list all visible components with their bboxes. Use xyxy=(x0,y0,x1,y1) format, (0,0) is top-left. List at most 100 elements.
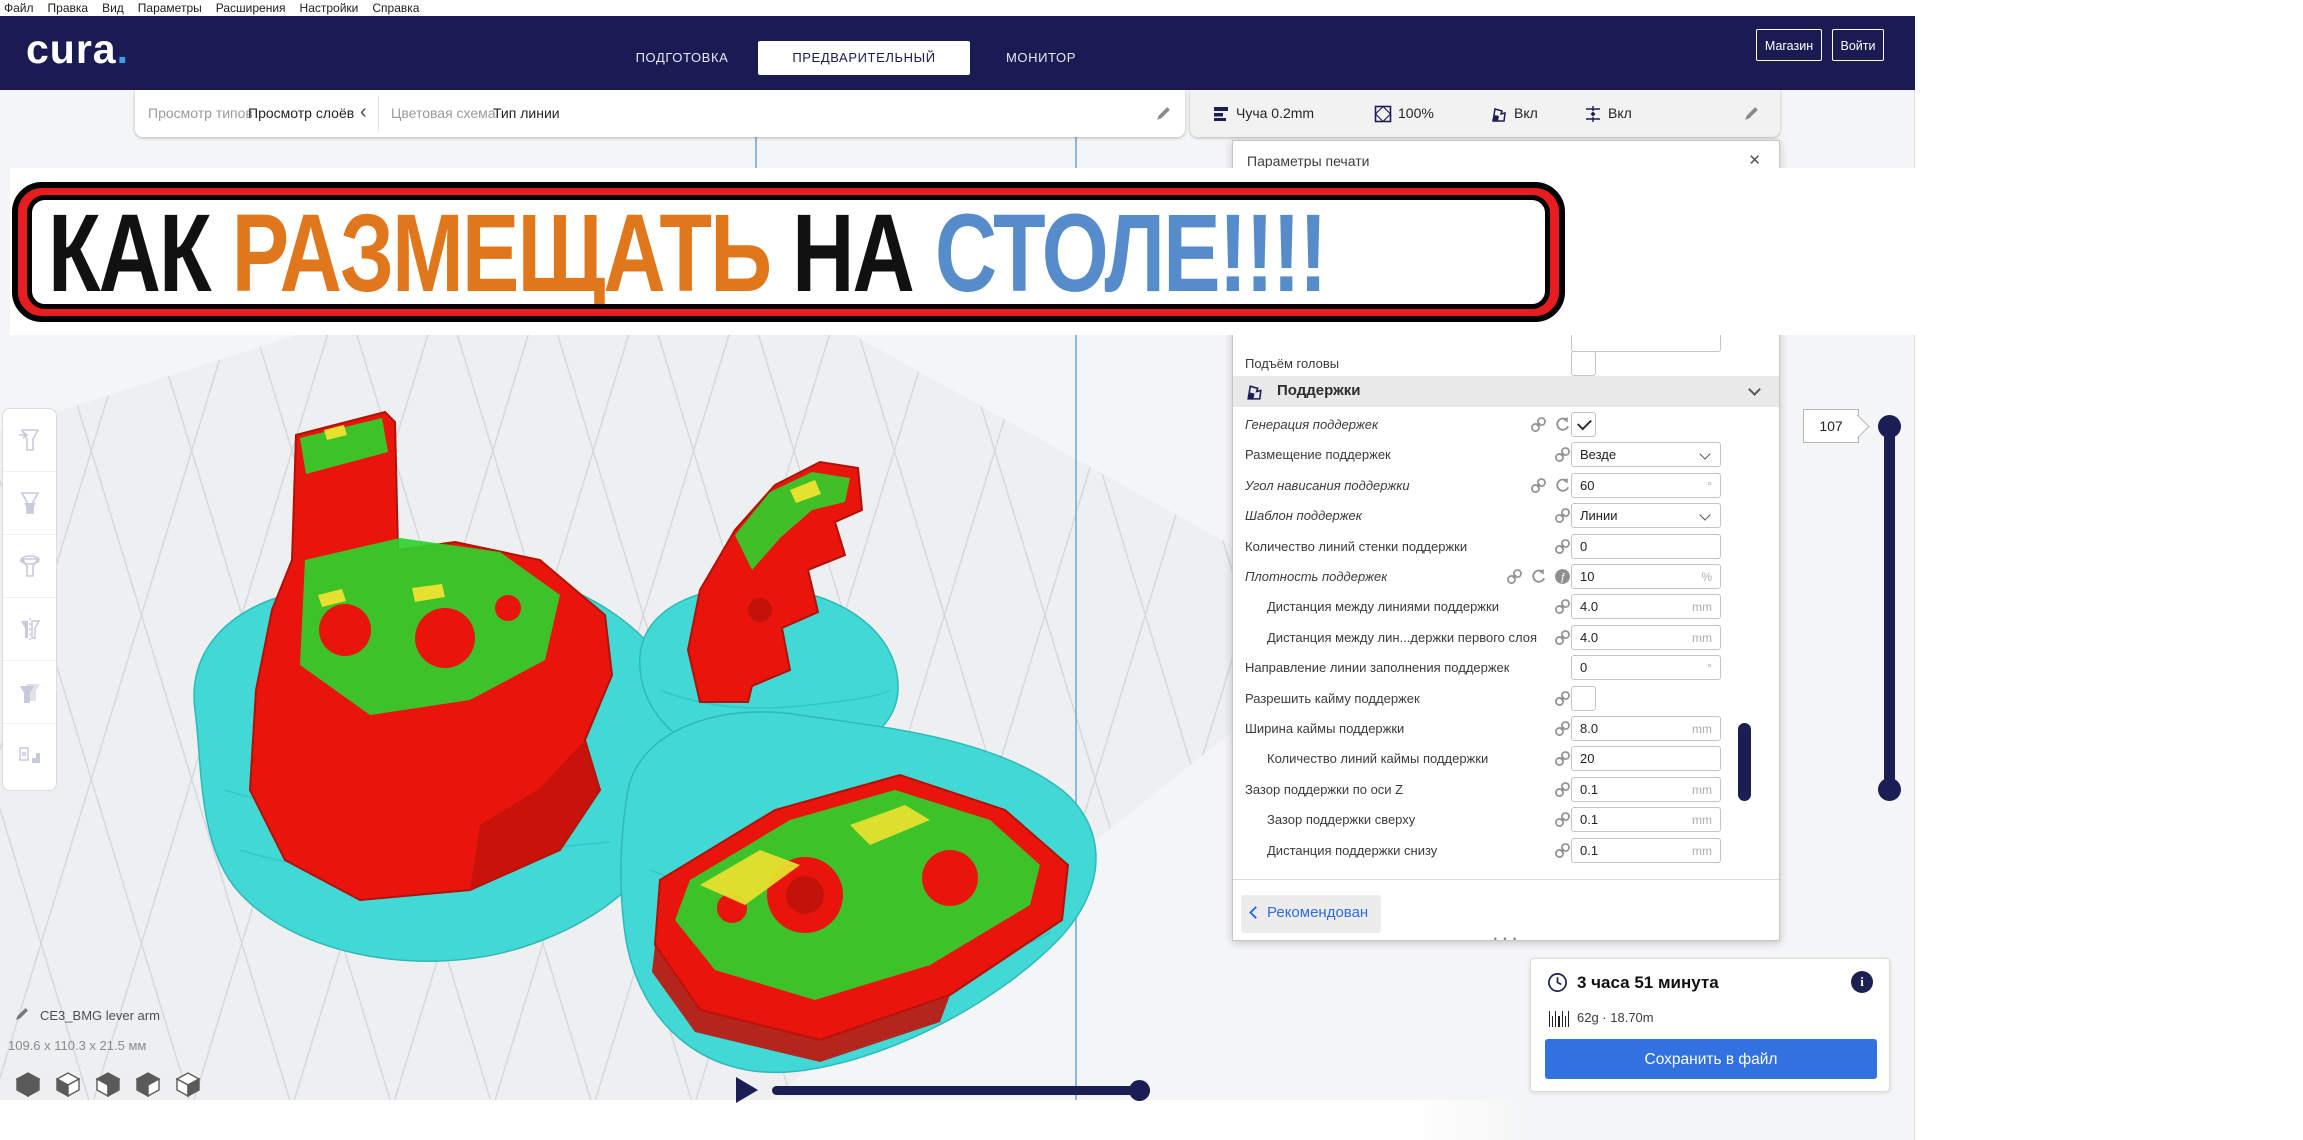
menu-item[interactable]: Расширения xyxy=(216,0,286,16)
setting-input[interactable]: 4.0mm xyxy=(1571,625,1721,650)
setting-input[interactable]: 0° xyxy=(1571,655,1721,680)
menu-item[interactable]: Настройки xyxy=(300,0,359,16)
link-icon[interactable] xyxy=(1554,811,1571,828)
recommended-mode-button[interactable]: Рекомендован xyxy=(1241,895,1381,933)
link-icon[interactable] xyxy=(1554,842,1571,859)
layer-slider-bottom-handle[interactable] xyxy=(1878,778,1901,801)
link-icon[interactable] xyxy=(1554,507,1571,524)
view-top-button[interactable] xyxy=(94,1070,122,1098)
support-value: Вкл xyxy=(1514,90,1538,137)
edit-pencil-icon[interactable] xyxy=(1155,105,1172,122)
view-3d-button[interactable] xyxy=(14,1070,42,1098)
marketplace-button[interactable]: Магазин xyxy=(1756,29,1822,61)
recommended-label: Рекомендован xyxy=(1267,904,1368,921)
layer-slider-top-handle[interactable] xyxy=(1878,415,1901,438)
section-support[interactable]: Поддержки xyxy=(1233,376,1779,407)
setting-checkbox[interactable] xyxy=(1571,351,1596,376)
menu-item[interactable]: Правка xyxy=(48,0,89,16)
setting-checkbox[interactable] xyxy=(1571,686,1596,711)
link-icon[interactable] xyxy=(1554,598,1571,615)
setting-input[interactable]: 0.1mm xyxy=(1571,777,1721,802)
link-icon[interactable] xyxy=(1506,568,1523,585)
menu-item[interactable]: Параметры xyxy=(138,0,202,16)
rename-pencil-icon[interactable] xyxy=(14,1006,30,1022)
simulation-slider-track[interactable] xyxy=(772,1086,1150,1095)
tab-monitor[interactable]: МОНИТОР xyxy=(986,41,1096,75)
adhesion-icon xyxy=(1584,105,1602,123)
setting-checkbox[interactable] xyxy=(1571,412,1596,437)
setting-select[interactable]: Везде xyxy=(1571,442,1721,467)
setting-icons xyxy=(1554,446,1571,463)
link-icon[interactable] xyxy=(1554,750,1571,767)
menu-item[interactable]: Справка xyxy=(372,0,419,16)
play-button[interactable] xyxy=(736,1077,758,1103)
setting-input[interactable]: 10% xyxy=(1571,564,1721,589)
info-icon[interactable]: i xyxy=(1851,971,1873,993)
view-left-button[interactable] xyxy=(134,1070,162,1098)
edit-settings-pencil-icon[interactable] xyxy=(1743,105,1760,122)
profile-value: Чуча 0.2mm xyxy=(1236,90,1314,137)
panel-resize-handle[interactable]: • • • xyxy=(1233,934,1779,944)
menu-item[interactable]: Файл xyxy=(4,0,34,16)
sign-in-button[interactable]: Войти xyxy=(1832,29,1884,61)
view-type-value[interactable]: Просмотр слоёв xyxy=(248,90,354,137)
link-icon[interactable] xyxy=(1554,446,1571,463)
undo-icon[interactable] xyxy=(1554,416,1571,433)
support-blocker-tool[interactable] xyxy=(3,724,56,787)
rotate-tool[interactable] xyxy=(3,535,56,598)
setting-row: Дистанция между линиями поддержки4.0mm xyxy=(1245,594,1757,620)
setting-input[interactable]: 4.0mm xyxy=(1571,594,1721,619)
setting-value: 0 xyxy=(1580,539,1587,554)
link-icon[interactable] xyxy=(1530,416,1547,433)
print-setup-bar[interactable]: Чуча 0.2mm 100% Вкл Вкл xyxy=(1190,90,1780,137)
video-title-banner: КАК РАЗМЕЩАТЬ НА СТОЛЕ!!!! xyxy=(10,168,1929,335)
panel-scrollbar[interactable] xyxy=(1738,723,1751,801)
menu-item[interactable]: Вид xyxy=(102,0,124,16)
collapse-chevron-icon[interactable]: ‹ xyxy=(360,90,367,137)
mirror-tool-icon xyxy=(16,615,44,643)
scale-tool[interactable] xyxy=(3,472,56,535)
undo-icon[interactable] xyxy=(1530,568,1547,585)
save-to-file-button[interactable]: Сохранить в файл xyxy=(1545,1039,1877,1079)
mirror-tool[interactable] xyxy=(3,598,56,661)
color-scheme-label: Цветовая схема xyxy=(391,90,496,137)
close-icon[interactable]: ✕ xyxy=(1748,151,1761,169)
undo-icon[interactable] xyxy=(1554,477,1571,494)
setting-icons: ƒ xyxy=(1506,568,1571,585)
move-tool[interactable] xyxy=(3,409,56,472)
setting-value: 0.1 xyxy=(1580,782,1598,797)
setting-value: 0.1 xyxy=(1580,812,1598,827)
view-front-button[interactable] xyxy=(54,1070,82,1098)
setting-select[interactable]: Линии xyxy=(1571,503,1721,528)
tab-prepare[interactable]: ПОДГОТОВКА xyxy=(614,41,750,75)
adhesion-value: Вкл xyxy=(1608,90,1632,137)
setting-input[interactable]: 60° xyxy=(1571,473,1721,498)
link-icon[interactable] xyxy=(1530,477,1547,494)
simulation-slider-handle[interactable] xyxy=(1129,1080,1150,1101)
model-name: CE3_BMG lever arm xyxy=(40,1008,160,1023)
link-icon[interactable] xyxy=(1554,720,1571,737)
function-icon[interactable]: ƒ xyxy=(1554,568,1571,585)
setting-input[interactable]: 8.0mm xyxy=(1571,716,1721,741)
tab-preview[interactable]: ПРЕДВАРИТЕЛЬНЫЙ ПРОСМОТР xyxy=(758,41,970,75)
link-icon[interactable] xyxy=(1554,629,1571,646)
per-model-settings-tool-icon xyxy=(16,678,44,706)
plate-front-fade xyxy=(0,1100,1530,1140)
clock-icon xyxy=(1547,972,1568,993)
per-model-settings-tool[interactable] xyxy=(3,661,56,724)
model-left[interactable] xyxy=(250,412,612,900)
link-icon[interactable] xyxy=(1554,781,1571,798)
setting-label: Ширина каймы поддержки xyxy=(1245,721,1404,736)
link-icon[interactable] xyxy=(1554,690,1571,707)
setting-row: Разрешить кайму поддержек xyxy=(1245,686,1757,712)
link-icon[interactable] xyxy=(1554,538,1571,555)
banner-text-segment: НА xyxy=(770,195,935,309)
view-right-button[interactable] xyxy=(174,1070,202,1098)
layer-slider-track[interactable] xyxy=(1884,426,1895,784)
color-scheme-value[interactable]: Тип линии xyxy=(493,90,560,137)
setting-input[interactable]: 0.1mm xyxy=(1571,838,1721,863)
setting-input[interactable]: 20 xyxy=(1571,746,1721,771)
setting-input[interactable]: 0 xyxy=(1571,534,1721,559)
setting-input[interactable]: 0.1mm xyxy=(1571,807,1721,832)
setting-row: Размещение поддержекВезде xyxy=(1245,442,1757,468)
